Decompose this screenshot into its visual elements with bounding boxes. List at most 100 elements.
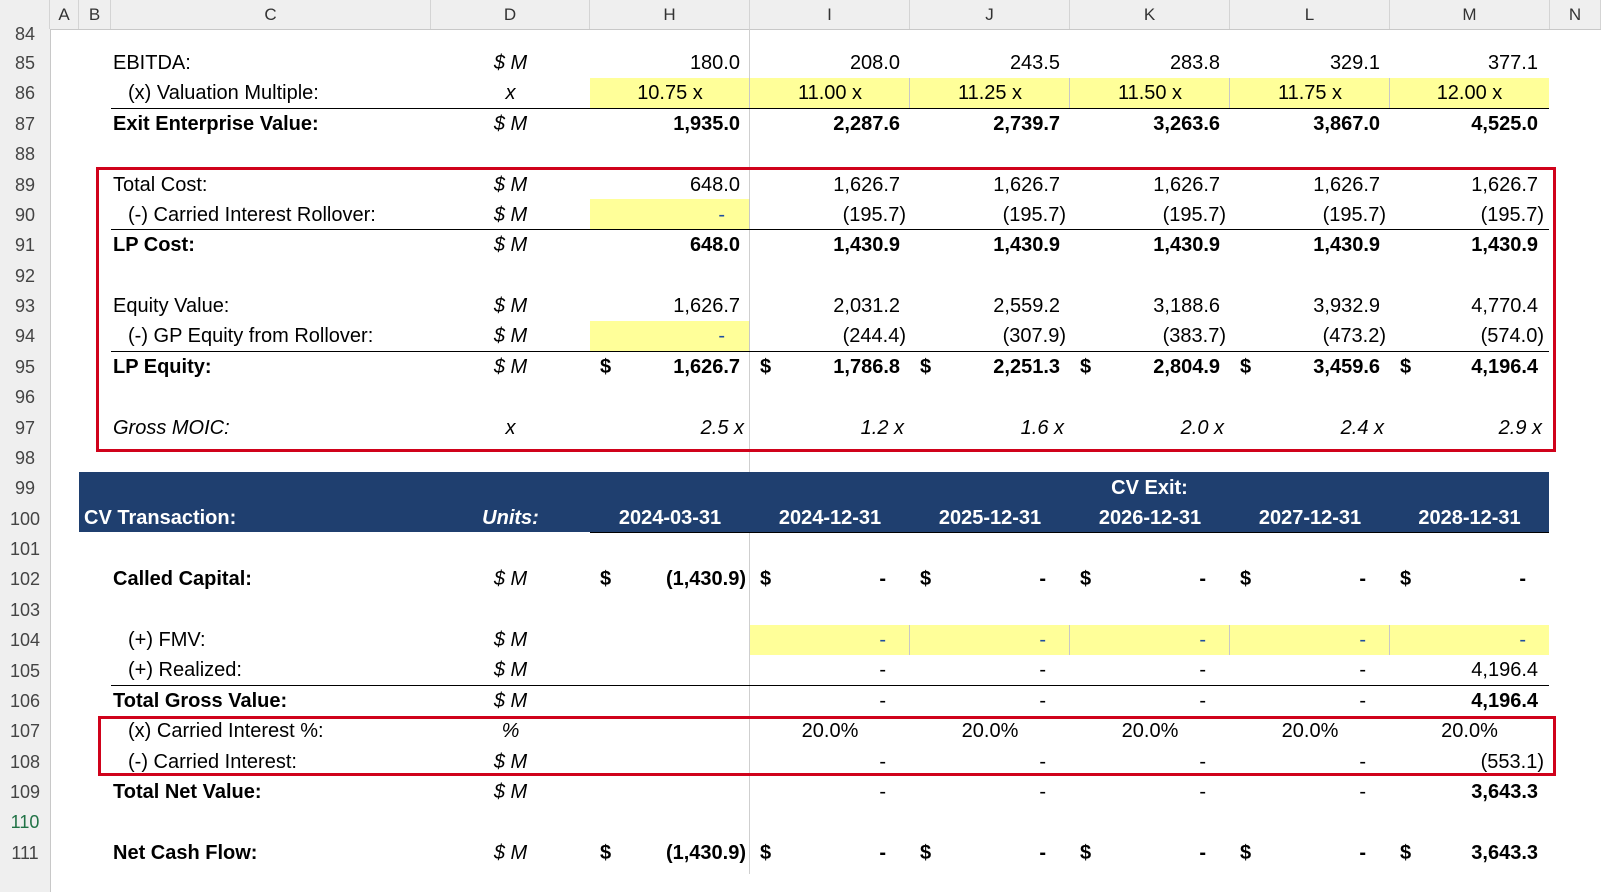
total-gross-k[interactable]: -: [1070, 686, 1206, 717]
fmv-k[interactable]: -: [1070, 625, 1206, 656]
row-header[interactable]: 105: [0, 656, 50, 687]
ebitda-l[interactable]: 329.1: [1230, 48, 1380, 79]
net-cf-k[interactable]: -: [1070, 838, 1206, 869]
multiple-unit: x: [505, 82, 516, 104]
realized-m[interactable]: 4,196.4: [1390, 655, 1538, 686]
column-header-b[interactable]: B: [79, 0, 111, 29]
fmv-label: (+) FMV:: [128, 629, 206, 651]
called-capital-l[interactable]: -: [1230, 564, 1366, 595]
row-header[interactable]: 87: [0, 109, 50, 140]
realized-j[interactable]: -: [910, 655, 1046, 686]
row-header[interactable]: 104: [0, 625, 50, 656]
ebitda-unit: $ M: [493, 52, 528, 74]
column-header-l[interactable]: L: [1230, 0, 1390, 29]
column-header-i[interactable]: I: [750, 0, 910, 29]
row-header[interactable]: 106: [0, 686, 50, 717]
total-gross-j[interactable]: -: [910, 686, 1046, 717]
net-cf-h[interactable]: (1,430.9): [590, 838, 746, 869]
realized-i[interactable]: -: [750, 655, 886, 686]
row-header[interactable]: 86: [0, 78, 50, 109]
total-gross-m[interactable]: 4,196.4: [1390, 686, 1538, 717]
multiple-l[interactable]: 11.75 x: [1230, 78, 1390, 109]
ebitda-i[interactable]: 208.0: [750, 48, 900, 79]
ebitda-k[interactable]: 283.8: [1070, 48, 1220, 79]
multiple-h[interactable]: 10.75 x: [590, 78, 750, 109]
fmv-m[interactable]: -: [1390, 625, 1526, 656]
column-header-n[interactable]: N: [1550, 0, 1601, 29]
ebitda-m[interactable]: 377.1: [1390, 48, 1538, 79]
net-cf-i[interactable]: -: [750, 838, 886, 869]
row-header[interactable]: 96: [0, 382, 50, 413]
units-header: Units:: [482, 507, 539, 529]
exit-ev-h[interactable]: 1,935.0: [590, 109, 740, 140]
realized-l[interactable]: -: [1230, 655, 1366, 686]
total-net-m[interactable]: 3,643.3: [1390, 777, 1538, 808]
called-capital-k[interactable]: -: [1070, 564, 1206, 595]
fmv-unit: $ M: [493, 629, 528, 651]
total-gross-l[interactable]: -: [1230, 686, 1366, 717]
row-header[interactable]: 109: [0, 777, 50, 808]
row-header[interactable]: 97: [0, 413, 50, 444]
net-cf-m[interactable]: 3,643.3: [1390, 838, 1538, 869]
row-header[interactable]: 102: [0, 564, 50, 595]
row-header[interactable]: 99: [0, 473, 50, 504]
column-header-m[interactable]: M: [1390, 0, 1550, 29]
row-header[interactable]: 88: [0, 139, 50, 170]
fmv-i[interactable]: -: [750, 625, 886, 656]
row-header[interactable]: 90: [0, 200, 50, 231]
total-net-l[interactable]: -: [1230, 777, 1366, 808]
exit-ev-m[interactable]: 4,525.0: [1390, 109, 1538, 140]
multiple-m[interactable]: 12.00 x: [1390, 78, 1549, 109]
fmv-l[interactable]: -: [1230, 625, 1366, 656]
column-header-j[interactable]: J: [910, 0, 1070, 29]
row-header[interactable]: 94: [0, 321, 50, 352]
row-header[interactable]: 85: [0, 48, 50, 79]
row-header[interactable]: 111: [0, 838, 50, 869]
called-capital-i[interactable]: -: [750, 564, 886, 595]
called-capital-j[interactable]: -: [910, 564, 1046, 595]
exit-ev-l[interactable]: 3,867.0: [1230, 109, 1380, 140]
total-net-j[interactable]: -: [910, 777, 1046, 808]
multiple-j[interactable]: 11.25 x: [910, 78, 1070, 109]
row-header[interactable]: 93: [0, 291, 50, 322]
fmv-j[interactable]: -: [910, 625, 1046, 656]
multiple-k[interactable]: 11.50 x: [1070, 78, 1230, 109]
row-header[interactable]: 92: [0, 261, 50, 292]
multiple-i[interactable]: 11.00 x: [750, 78, 910, 109]
exit-ev-unit: $ M: [493, 113, 528, 135]
ebitda-j[interactable]: 243.5: [910, 48, 1060, 79]
net-cf-label: Net Cash Flow:: [113, 842, 258, 864]
row-header[interactable]: 91: [0, 230, 50, 261]
row-header-selected[interactable]: 110: [0, 807, 50, 838]
date-header-l: 2027-12-31: [1258, 507, 1362, 529]
exit-ev-j[interactable]: 2,739.7: [910, 109, 1060, 140]
row-header[interactable]: 89: [0, 170, 50, 201]
column-header-h[interactable]: H: [590, 0, 750, 29]
row-header[interactable]: 95: [0, 352, 50, 383]
total-net-i[interactable]: -: [750, 777, 886, 808]
exit-ev-k[interactable]: 3,263.6: [1070, 109, 1220, 140]
net-cf-l[interactable]: -: [1230, 838, 1366, 869]
ebitda-h[interactable]: 180.0: [590, 48, 740, 79]
column-header-d[interactable]: D: [431, 0, 590, 29]
called-capital-h[interactable]: (1,430.9): [590, 564, 746, 595]
row-header[interactable]: 103: [0, 595, 50, 626]
net-cf-j[interactable]: -: [910, 838, 1046, 869]
called-capital-m[interactable]: -: [1390, 564, 1526, 595]
total-gross-i[interactable]: -: [750, 686, 886, 717]
row-header[interactable]: 101: [0, 534, 50, 565]
row-header[interactable]: 107: [0, 716, 50, 747]
column-header-k[interactable]: K: [1070, 0, 1230, 29]
row-header[interactable]: 84: [0, 19, 50, 50]
row-header[interactable]: 100: [0, 504, 50, 535]
cv-exit-header: CV Exit:: [1111, 477, 1188, 499]
date-header-i: 2024-12-31: [778, 507, 882, 529]
total-net-k[interactable]: -: [1070, 777, 1206, 808]
realized-k[interactable]: -: [1070, 655, 1206, 686]
column-header-c[interactable]: C: [111, 0, 431, 29]
row-header[interactable]: 108: [0, 747, 50, 778]
highlight-box-lp-equity: [96, 167, 1556, 452]
column-header-a[interactable]: A: [50, 0, 79, 29]
row-header[interactable]: 98: [0, 443, 50, 474]
exit-ev-i[interactable]: 2,287.6: [750, 109, 900, 140]
